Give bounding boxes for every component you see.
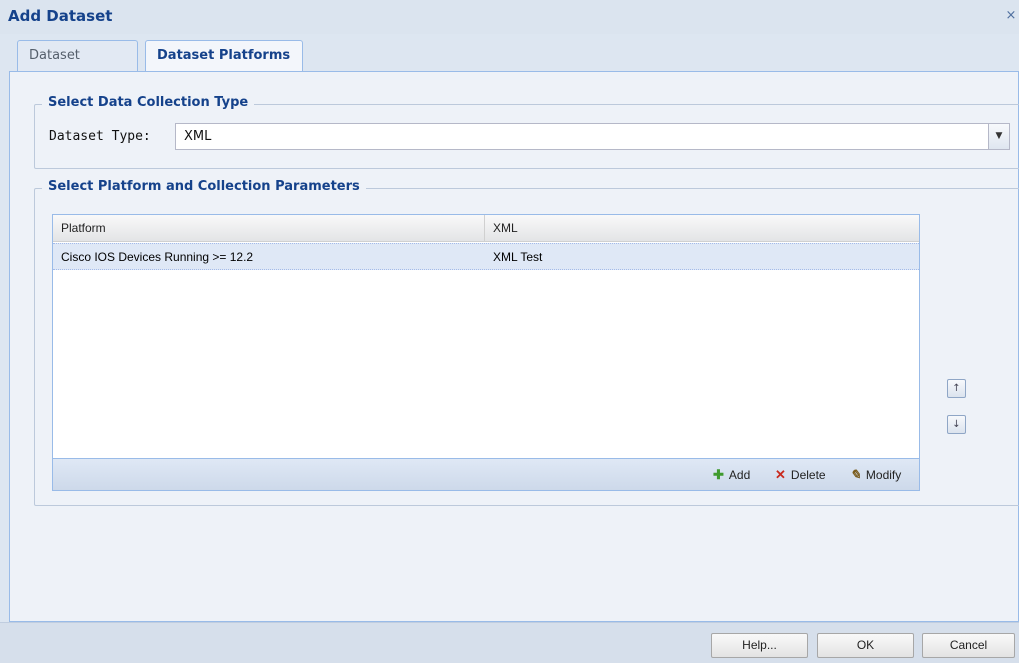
pencil-icon: ✎ (850, 467, 861, 482)
dialog-titlebar[interactable]: Add Dataset × (0, 0, 1019, 34)
dialog-title: Add Dataset (8, 7, 113, 25)
table-row[interactable]: Cisco IOS Devices Running >= 12.2 XML Te… (53, 243, 919, 270)
delete-button[interactable]: ✕ Delete (775, 467, 826, 483)
platform-params-legend: Select Platform and Collection Parameter… (42, 179, 366, 194)
close-icon[interactable]: × (1005, 8, 1017, 24)
dataset-type-select[interactable]: XML ▼ (175, 123, 1010, 150)
help-button[interactable]: Help... (711, 633, 808, 658)
xml-cell: XML Test (493, 250, 543, 264)
ok-button[interactable]: OK (817, 633, 914, 658)
dataset-type-label: Dataset Type: (49, 129, 151, 144)
dialog-footer: Help... OK Cancel (0, 622, 1019, 663)
move-down-icon[interactable]: ↓ (947, 415, 966, 434)
grid-toolbar: ✚ Add ✕ Delete ✎ Modify (52, 459, 920, 491)
platform-grid: Platform XML Cisco IOS Devices Running >… (52, 214, 920, 459)
modify-label: Modify (865, 468, 902, 482)
collection-type-legend: Select Data Collection Type (42, 95, 255, 110)
tab-dataset-details[interactable]: Dataset Details (17, 40, 138, 93)
column-header-xml[interactable]: XML (485, 215, 919, 242)
add-label: Add (728, 468, 751, 482)
add-dataset-dialog: Add Dataset × Dataset Details Dataset Pl… (0, 0, 1019, 663)
grid-header: Platform XML (53, 215, 919, 242)
dataset-type-value: XML (184, 129, 212, 144)
column-header-platform[interactable]: Platform (53, 215, 485, 242)
platform-params-fieldset: Select Platform and Collection Parameter… (34, 179, 1019, 506)
chevron-down-icon[interactable]: ▼ (988, 124, 1009, 149)
collection-type-fieldset: Select Data Collection Type Dataset Type… (34, 95, 1019, 169)
delete-x-icon: ✕ (775, 467, 786, 482)
platform-cell: Cisco IOS Devices Running >= 12.2 (61, 250, 254, 264)
tab-panel: Select Data Collection Type Dataset Type… (9, 71, 1019, 622)
modify-button[interactable]: ✎ Modify (850, 467, 901, 483)
add-button[interactable]: ✚ Add (713, 467, 750, 483)
tab-dataset-platforms[interactable]: Dataset Platforms (145, 40, 303, 72)
plus-icon: ✚ (713, 467, 724, 482)
cancel-button[interactable]: Cancel (922, 633, 1015, 658)
delete-label: Delete (790, 468, 826, 482)
move-up-icon[interactable]: ↑ (947, 379, 966, 398)
